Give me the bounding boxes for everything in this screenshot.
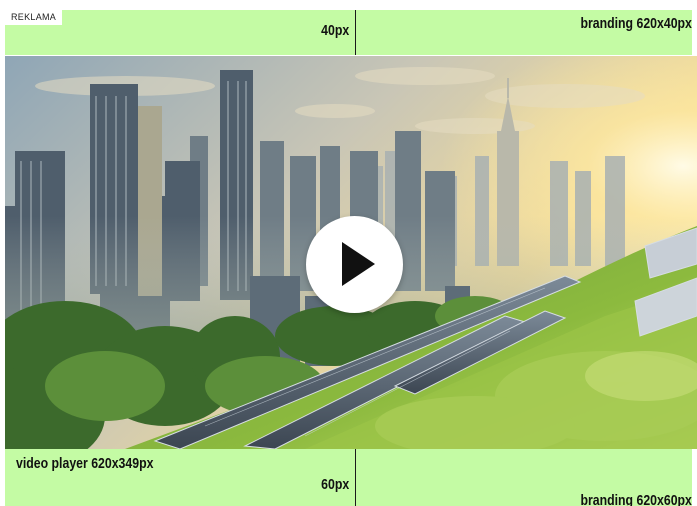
top-banner-divider (355, 10, 356, 55)
bottom-height-label: 60px (320, 476, 349, 493)
play-icon (342, 242, 375, 286)
top-branding-label: branding 620x40px (580, 15, 692, 32)
video-player-label: video player 620x349px (16, 455, 154, 472)
bottom-banner-divider (355, 449, 356, 506)
ad-label: REKLAMA (5, 10, 63, 25)
play-button[interactable] (306, 216, 403, 313)
bottom-branding-label: branding 620x60px (580, 492, 692, 506)
top-height-label: 40px (320, 22, 349, 39)
ad-preview: REKLAMA 40px branding 620x40px video pla… (0, 0, 697, 506)
